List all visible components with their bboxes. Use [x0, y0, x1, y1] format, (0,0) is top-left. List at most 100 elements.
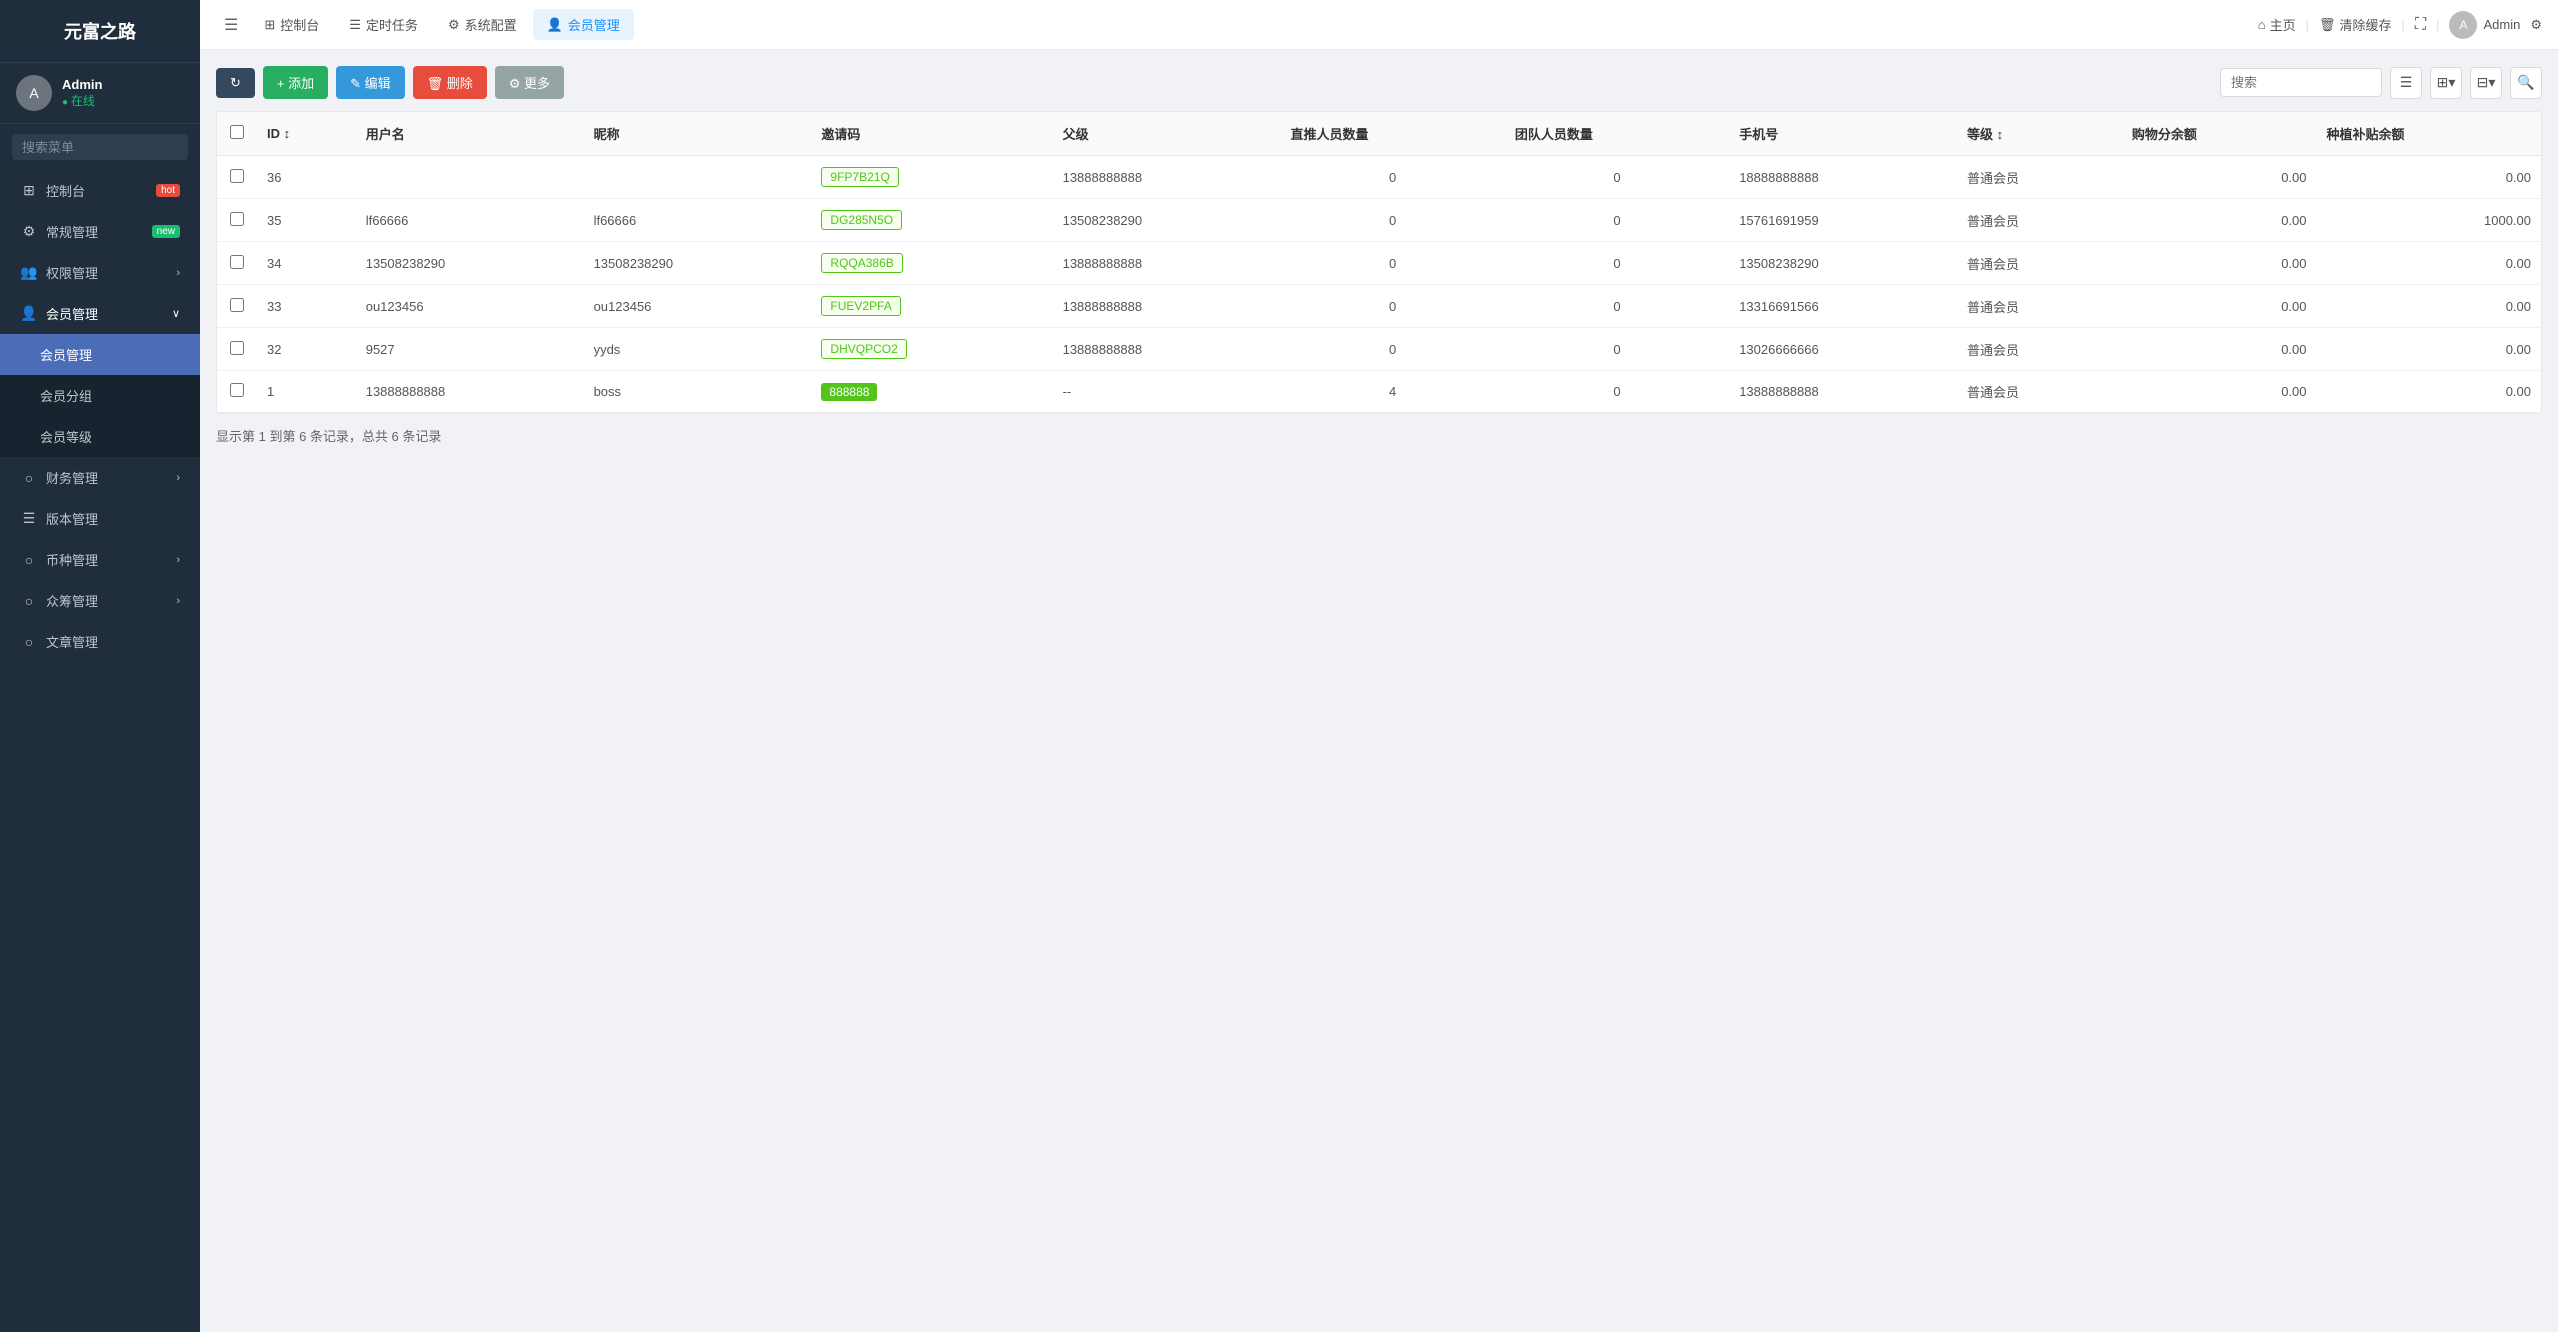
chevron-down-icon: ∨	[172, 307, 180, 320]
row-checkbox[interactable]	[230, 212, 244, 226]
version-icon: ☰	[20, 510, 38, 527]
members-icon: 👤	[20, 305, 38, 322]
row-checkbox-cell[interactable]	[217, 199, 257, 242]
col-shopping-balance: 购物分余额	[2122, 112, 2317, 156]
refresh-button[interactable]: ↻	[216, 68, 255, 98]
sidebar-item-permissions[interactable]: 👥 权限管理 ›	[0, 252, 200, 293]
data-table: ID ↕ 用户名 昵称 邀请码 父级 直推人员数量 团队人员数量 手机号 等级 …	[217, 112, 2541, 413]
sidebar-item-label: 版本管理	[46, 509, 98, 528]
sidebar-item-general[interactable]: ⚙ 常规管理 new	[0, 211, 200, 252]
sidebar-item-members[interactable]: 👤 会员管理 ∨	[0, 293, 200, 334]
row-checkbox[interactable]	[230, 341, 244, 355]
grid-view-btn[interactable]: ⊞▾	[2430, 67, 2462, 99]
cell-direct-count: 0	[1280, 328, 1504, 371]
trash-icon: 🗑	[2319, 17, 2336, 33]
search-box[interactable]	[2220, 68, 2382, 97]
row-checkbox-cell[interactable]	[217, 328, 257, 371]
cell-level: 普通会员	[1957, 371, 2122, 413]
tab-members[interactable]: 👤 会员管理	[533, 9, 634, 40]
chevron-icon: ›	[176, 595, 180, 607]
settings-icon[interactable]: ⚙	[2530, 17, 2542, 33]
row-checkbox-cell[interactable]	[217, 285, 257, 328]
cell-plant-balance: 0.00	[2317, 242, 2541, 285]
select-all-cell[interactable]	[217, 112, 257, 156]
row-checkbox-cell[interactable]	[217, 242, 257, 285]
user-info: Admin 在线	[62, 77, 102, 109]
separator: |	[2436, 17, 2439, 32]
cell-invite-code: RQQA386B	[811, 242, 1052, 285]
row-checkbox-cell[interactable]	[217, 371, 257, 413]
select-all-checkbox[interactable]	[230, 125, 244, 139]
cell-team-count: 0	[1505, 371, 1729, 413]
data-table-wrap: ID ↕ 用户名 昵称 邀请码 父级 直推人员数量 团队人员数量 手机号 等级 …	[216, 111, 2542, 414]
home-link[interactable]: ⌂ 主页	[2258, 15, 2296, 34]
permissions-icon: 👥	[20, 264, 38, 281]
sidebar-item-version[interactable]: ☰ 版本管理	[0, 498, 200, 539]
col-id[interactable]: ID ↕	[257, 112, 356, 156]
sidebar-item-finance[interactable]: ○ 财务管理 ›	[0, 457, 200, 498]
tab-dashboard[interactable]: ⊞ 控制台	[250, 9, 333, 40]
cell-username: ou123456	[356, 285, 584, 328]
menu-toggle-icon[interactable]: ☰	[216, 9, 246, 41]
toolbar-right: ☰ ⊞▾ ⊟▾ 🔍	[2220, 67, 2542, 99]
tab-scheduled[interactable]: ☰ 定时任务	[335, 9, 432, 40]
user-profile[interactable]: A Admin 在线	[0, 63, 200, 124]
sidebar-item-member-group[interactable]: 会员分组	[0, 375, 200, 416]
cell-shopping-balance: 0.00	[2122, 156, 2317, 199]
cell-level: 普通会员	[1957, 285, 2122, 328]
list-view-btn[interactable]: ☰	[2390, 67, 2422, 99]
sidebar-item-dashboard[interactable]: ⊞ 控制台 hot	[0, 170, 200, 211]
more-button[interactable]: ⚙ 更多	[495, 66, 564, 99]
col-direct-count: 直推人员数量	[1280, 112, 1504, 156]
sidebar-search-box[interactable]: 🔍	[12, 134, 188, 160]
clear-cache-link[interactable]: 🗑 清除缓存	[2319, 15, 2392, 34]
cell-shopping-balance: 0.00	[2122, 328, 2317, 371]
row-checkbox-cell[interactable]	[217, 156, 257, 199]
edit-button[interactable]: ✎ 编辑	[336, 66, 405, 99]
add-button[interactable]: + 添加	[263, 66, 328, 99]
tab-sysconfig[interactable]: ⚙ 系统配置	[434, 9, 531, 40]
sidebar-item-member-mgmt[interactable]: 会员管理	[0, 334, 200, 375]
cell-nickname: lf66666	[584, 199, 812, 242]
delete-button[interactable]: 🗑 删除	[413, 66, 487, 99]
search-btn[interactable]: 🔍	[2510, 67, 2542, 99]
sidebar-item-currency[interactable]: ○ 币种管理 ›	[0, 539, 200, 580]
cell-shopping-balance: 0.00	[2122, 371, 2317, 413]
col-plant-balance: 种植补贴余额	[2317, 112, 2541, 156]
chevron-icon: ›	[176, 472, 180, 484]
sidebar-item-member-level[interactable]: 会员等级	[0, 416, 200, 457]
home-label: 主页	[2270, 15, 2296, 34]
hot-badge: hot	[156, 184, 180, 197]
pagination-info: 显示第 1 到第 6 条记录，总共 6 条记录	[216, 414, 2542, 451]
invite-badge: DG285N5O	[821, 210, 902, 230]
sidebar-item-crowdfunding[interactable]: ○ 众筹管理 ›	[0, 580, 200, 621]
cell-parent: --	[1053, 371, 1281, 413]
admin-name: Admin	[2483, 17, 2520, 32]
table-scroll[interactable]: ID ↕ 用户名 昵称 邀请码 父级 直推人员数量 团队人员数量 手机号 等级 …	[217, 112, 2541, 413]
cell-level: 普通会员	[1957, 199, 2122, 242]
sidebar-item-article[interactable]: ○ 文章管理	[0, 621, 200, 662]
sidebar-item-label: 会员管理	[46, 304, 98, 323]
sidebar-menu: ⊞ 控制台 hot ⚙ 常规管理 new 👥 权限管理 › 👤 会员管理 ∨ 会…	[0, 170, 200, 1332]
finance-icon: ○	[20, 470, 38, 486]
sidebar-item-label: 常规管理	[46, 222, 98, 241]
admin-user-info[interactable]: A Admin	[2449, 11, 2520, 39]
row-checkbox[interactable]	[230, 383, 244, 397]
row-checkbox[interactable]	[230, 298, 244, 312]
tab-dashboard-label: 控制台	[280, 15, 319, 34]
table-row: 33 ou123456 ou123456 FUEV2PFA 1388888888…	[217, 285, 2541, 328]
filter-btn[interactable]: ⊟▾	[2470, 67, 2502, 99]
table-row: 32 9527 yyds DHVQPCO2 13888888888 0 0 13…	[217, 328, 2541, 371]
separator: |	[2402, 17, 2405, 32]
col-level[interactable]: 等级 ↕	[1957, 112, 2122, 156]
cell-username: 13888888888	[356, 371, 584, 413]
sidebar-item-label: 财务管理	[46, 468, 98, 487]
sidebar-search-input[interactable]	[22, 140, 198, 155]
cell-id: 35	[257, 199, 356, 242]
search-input[interactable]	[2221, 69, 2381, 96]
row-checkbox[interactable]	[230, 169, 244, 183]
cell-nickname: ou123456	[584, 285, 812, 328]
cell-invite-code: 888888	[811, 371, 1052, 413]
fullscreen-icon[interactable]: ⛶	[2415, 16, 2426, 34]
row-checkbox[interactable]	[230, 255, 244, 269]
